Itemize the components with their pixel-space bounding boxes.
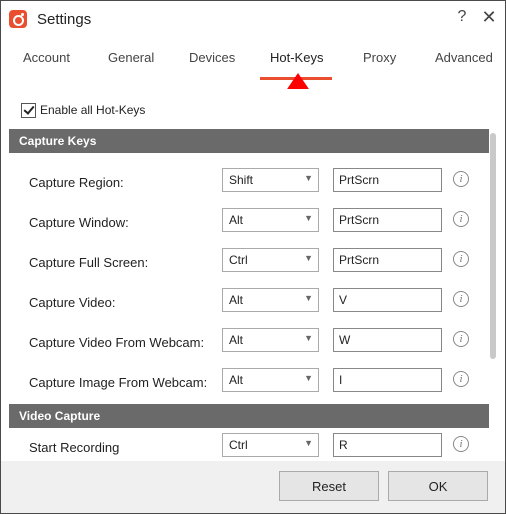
chevron-down-icon: ▼: [304, 253, 313, 263]
hotkey-row-start-recording: Start Recording Ctrl ▼ i: [9, 433, 489, 461]
modifier-value: Alt: [229, 333, 244, 347]
title-bar: Settings ? ✕: [1, 1, 505, 37]
info-icon[interactable]: i: [453, 171, 469, 187]
help-button[interactable]: ?: [453, 8, 471, 28]
tab-general[interactable]: General: [108, 50, 154, 65]
hotkey-row-capture-video: Capture Video: Alt ▼ i: [9, 288, 489, 318]
key-field[interactable]: [333, 328, 442, 352]
tab-bar: Account General Devices Hot-Keys Proxy A…: [1, 37, 505, 83]
section-header-capture-keys: Capture Keys: [9, 129, 489, 153]
hotkey-label: Start Recording: [29, 440, 120, 455]
chevron-down-icon: ▼: [304, 438, 313, 448]
ok-button[interactable]: OK: [388, 471, 488, 501]
modifier-value: Alt: [229, 213, 244, 227]
hotkey-row-capture-full-screen: Capture Full Screen: Ctrl ▼ i: [9, 248, 489, 278]
logo-dot: [21, 13, 24, 16]
logo-ring: [13, 15, 24, 26]
info-icon[interactable]: i: [453, 211, 469, 227]
dialog-footer: Reset OK: [1, 461, 505, 513]
modifier-dropdown[interactable]: Shift ▼: [222, 168, 319, 192]
info-icon[interactable]: i: [453, 371, 469, 387]
chevron-down-icon: ▼: [304, 333, 313, 343]
key-field[interactable]: [333, 168, 442, 192]
enable-all-label: Enable all Hot-Keys: [40, 103, 146, 117]
hotkey-row-capture-video-webcam: Capture Video From Webcam: Alt ▼ i: [9, 328, 489, 358]
key-field[interactable]: [333, 208, 442, 232]
hotkey-label: Capture Image From Webcam:: [29, 375, 208, 390]
chevron-down-icon: ▼: [304, 373, 313, 383]
modifier-dropdown[interactable]: Ctrl ▼: [222, 248, 319, 272]
settings-window: Settings ? ✕ Account General Devices Hot…: [0, 0, 506, 514]
hotkey-row-capture-window: Capture Window: Alt ▼ i: [9, 208, 489, 238]
chevron-down-icon: ▼: [304, 173, 313, 183]
info-icon[interactable]: i: [453, 291, 469, 307]
key-field[interactable]: [333, 433, 442, 457]
key-field[interactable]: [333, 248, 442, 272]
reset-button[interactable]: Reset: [279, 471, 379, 501]
info-icon[interactable]: i: [453, 436, 469, 452]
chevron-down-icon: ▼: [304, 293, 313, 303]
checkmark-icon: [23, 103, 35, 115]
modifier-value: Alt: [229, 293, 244, 307]
tab-hot-keys[interactable]: Hot-Keys: [270, 50, 323, 65]
enable-all-checkbox[interactable]: [21, 103, 36, 118]
modifier-dropdown[interactable]: Alt ▼: [222, 328, 319, 352]
app-logo-icon: [9, 10, 27, 28]
close-button[interactable]: ✕: [479, 7, 499, 27]
tab-devices[interactable]: Devices: [189, 50, 235, 65]
modifier-dropdown[interactable]: Ctrl ▼: [222, 433, 319, 457]
window-title: Settings: [37, 11, 92, 28]
modifier-dropdown[interactable]: Alt ▼: [222, 288, 319, 312]
hotkey-label: Capture Video From Webcam:: [29, 335, 205, 350]
info-icon[interactable]: i: [453, 251, 469, 267]
vertical-scrollbar[interactable]: [490, 133, 496, 359]
hotkey-row-capture-region: Capture Region: Shift ▼ i: [9, 168, 489, 198]
tab-proxy[interactable]: Proxy: [363, 50, 396, 65]
modifier-dropdown[interactable]: Alt ▼: [222, 368, 319, 392]
chevron-down-icon: ▼: [304, 213, 313, 223]
hotkey-label: Capture Video:: [29, 295, 116, 310]
info-icon[interactable]: i: [453, 331, 469, 347]
hotkey-label: Capture Full Screen:: [29, 255, 149, 270]
modifier-value: Ctrl: [229, 438, 248, 452]
hotkeys-panel: Enable all Hot-Keys Capture Keys Capture…: [9, 89, 497, 461]
hotkey-row-capture-image-webcam: Capture Image From Webcam: Alt ▼ i: [9, 368, 489, 398]
hotkey-label: Capture Region:: [29, 175, 124, 190]
modifier-value: Alt: [229, 373, 244, 387]
modifier-dropdown[interactable]: Alt ▼: [222, 208, 319, 232]
hotkey-label: Capture Window:: [29, 215, 129, 230]
key-field[interactable]: [333, 288, 442, 312]
key-field[interactable]: [333, 368, 442, 392]
section-header-video-capture: Video Capture: [9, 404, 489, 428]
modifier-value: Shift: [229, 173, 254, 187]
tab-advanced[interactable]: Advanced: [435, 50, 493, 65]
modifier-value: Ctrl: [229, 253, 248, 267]
tab-account[interactable]: Account: [23, 50, 70, 65]
